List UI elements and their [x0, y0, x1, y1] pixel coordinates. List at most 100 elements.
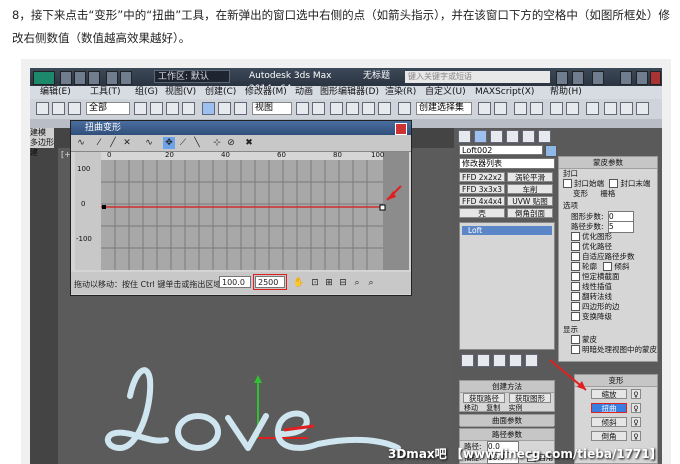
layer-icon[interactable] [514, 102, 527, 115]
select-by-name-icon[interactable] [150, 102, 163, 115]
schematic-icon[interactable] [566, 102, 579, 115]
modifier-button[interactable]: 倒角剖面 [507, 208, 553, 218]
maximize-icon[interactable] [636, 71, 648, 85]
named-selection-dropdown[interactable]: 创建选择集 [416, 102, 472, 115]
optimize-path-checkbox[interactable] [571, 241, 580, 251]
display-x-icon[interactable]: ⁄ [93, 137, 105, 149]
skin-checkbox[interactable] [571, 334, 580, 344]
motion-tab-icon[interactable] [506, 130, 519, 143]
display-tab-icon[interactable] [522, 130, 535, 143]
menu-item[interactable]: 编辑(E) [40, 86, 71, 99]
radio-move[interactable]: 移动 [464, 404, 478, 412]
rollout-header[interactable]: 路径参数 [460, 429, 554, 441]
rollout-header[interactable]: 创建方法 [460, 381, 554, 393]
minimize-icon[interactable] [620, 71, 632, 85]
contour-checkbox[interactable] [571, 261, 580, 271]
point-y-field[interactable]: 2500 [255, 276, 285, 288]
reset-curve-icon[interactable]: ✖ [243, 137, 255, 149]
delete-point-icon[interactable]: ⊘ [225, 137, 237, 149]
rect-selection-icon[interactable] [166, 102, 179, 115]
render-frame-icon[interactable] [620, 102, 633, 115]
surface-params-rollout[interactable]: 曲面参数 [459, 414, 555, 427]
save-icon[interactable] [88, 71, 100, 85]
select-manipulate-icon[interactable] [312, 102, 325, 115]
swap-curves-icon[interactable]: ∿ [143, 137, 155, 149]
skin-shaded-checkbox[interactable] [571, 344, 580, 354]
move-icon[interactable] [202, 102, 215, 115]
menu-item[interactable]: 渲染(R) [385, 86, 416, 99]
menu-item[interactable]: 动画 [295, 86, 313, 99]
zoom-region-icon[interactable]: ⌕ [365, 277, 377, 289]
menu-item[interactable]: 帮助(H) [550, 86, 582, 99]
cap-start-checkbox[interactable] [563, 178, 572, 188]
get-shape-button[interactable]: 获取图形 [509, 393, 551, 403]
radio-instance[interactable]: 实例 [508, 404, 522, 412]
modifier-button[interactable]: FFD 4x4x4 [459, 196, 505, 206]
zoom-icon[interactable]: ⌕ [351, 277, 363, 289]
scale-control-point-icon[interactable]: ⟋ [177, 137, 189, 149]
modifier-button[interactable]: UVW 贴图 [507, 196, 553, 206]
show-end-result-icon[interactable] [477, 354, 490, 367]
render-icon[interactable] [636, 102, 649, 115]
point-x-field[interactable]: 100.0 [219, 276, 251, 288]
flip-normals-checkbox[interactable] [571, 291, 580, 301]
banking-checkbox[interactable] [603, 261, 613, 271]
grid-radio[interactable]: 栅格 [600, 189, 615, 198]
menu-item[interactable]: 组(G) [135, 86, 158, 99]
redo-icon[interactable] [120, 71, 132, 85]
star-icon[interactable] [592, 71, 604, 85]
insert-corner-point-icon[interactable]: ╲ [191, 137, 203, 149]
close-icon[interactable] [650, 71, 661, 85]
quad-sides-checkbox[interactable] [571, 301, 580, 311]
modifier-list-dropdown[interactable]: 修改器列表 [459, 158, 555, 169]
pan-icon[interactable]: ✋ [293, 277, 305, 289]
select-object-icon[interactable] [134, 102, 147, 115]
configure-sets-icon[interactable] [525, 354, 538, 367]
get-path-button[interactable]: 获取路径 [463, 393, 505, 403]
modify-tab-icon[interactable] [474, 130, 487, 143]
twist-toggle-icon[interactable]: ♀ [631, 403, 641, 413]
remove-modifier-icon[interactable] [509, 354, 522, 367]
edit-named-sel-icon[interactable] [398, 102, 411, 115]
deform-graph[interactable]: 0 20 40 60 80 100 100 0 -100 [75, 151, 409, 270]
cap-end-checkbox[interactable] [609, 178, 619, 188]
menu-item[interactable]: 图形编辑器(D) [320, 86, 379, 99]
angle-snap-icon[interactable] [346, 102, 359, 115]
dialog-close-icon[interactable] [395, 123, 407, 135]
menu-item[interactable]: 工具(T) [90, 86, 121, 99]
make-unique-icon[interactable] [493, 354, 506, 367]
menu-item[interactable]: 自定义(U) [425, 86, 466, 99]
menu-item[interactable]: 修改器(M) [245, 86, 287, 99]
create-tab-icon[interactable] [458, 130, 471, 143]
bevel-deform-button[interactable]: 倒角 [591, 431, 627, 441]
transform-degrade-checkbox[interactable] [571, 311, 580, 321]
scale-icon[interactable] [234, 102, 247, 115]
pivot-icon[interactable] [296, 102, 309, 115]
rollout-header[interactable]: 曲面参数 [460, 415, 554, 427]
workspace-dropdown[interactable]: 工作区: 默认 [154, 70, 230, 83]
app-logo-icon[interactable] [33, 71, 55, 85]
object-name-field[interactable]: Loft002 [459, 145, 543, 155]
display-xy-icon[interactable]: ✕ [121, 137, 133, 149]
modifier-button[interactable]: 壳 [459, 208, 505, 218]
twist-deform-button[interactable]: 扭曲 [591, 403, 627, 413]
link-icon[interactable] [36, 102, 49, 115]
radio-copy[interactable]: 复制 [486, 404, 500, 412]
percent-snap-icon[interactable] [362, 102, 375, 115]
constant-cross-checkbox[interactable] [571, 271, 580, 281]
modifier-button[interactable]: FFD 3x3x3 [459, 184, 505, 194]
menu-item[interactable]: 创建(C) [205, 86, 236, 99]
material-editor-icon[interactable] [586, 102, 599, 115]
undo-icon[interactable] [106, 71, 118, 85]
modifier-button[interactable]: 涡轮平滑 [507, 172, 553, 182]
bevel-toggle-icon[interactable]: ♀ [631, 431, 641, 441]
scale-toggle-icon[interactable]: ♀ [631, 389, 641, 399]
bind-spacewarp-icon[interactable] [68, 102, 81, 115]
optimize-shapes-checkbox[interactable] [571, 231, 580, 241]
selection-filter-dropdown[interactable]: 全部 [86, 102, 130, 115]
mirror-icon[interactable] [478, 102, 491, 115]
linear-interp-checkbox[interactable] [571, 281, 580, 291]
snap-icon[interactable] [330, 102, 343, 115]
adaptive-path-checkbox[interactable] [571, 251, 580, 261]
teeter-toggle-icon[interactable]: ♀ [631, 417, 641, 427]
